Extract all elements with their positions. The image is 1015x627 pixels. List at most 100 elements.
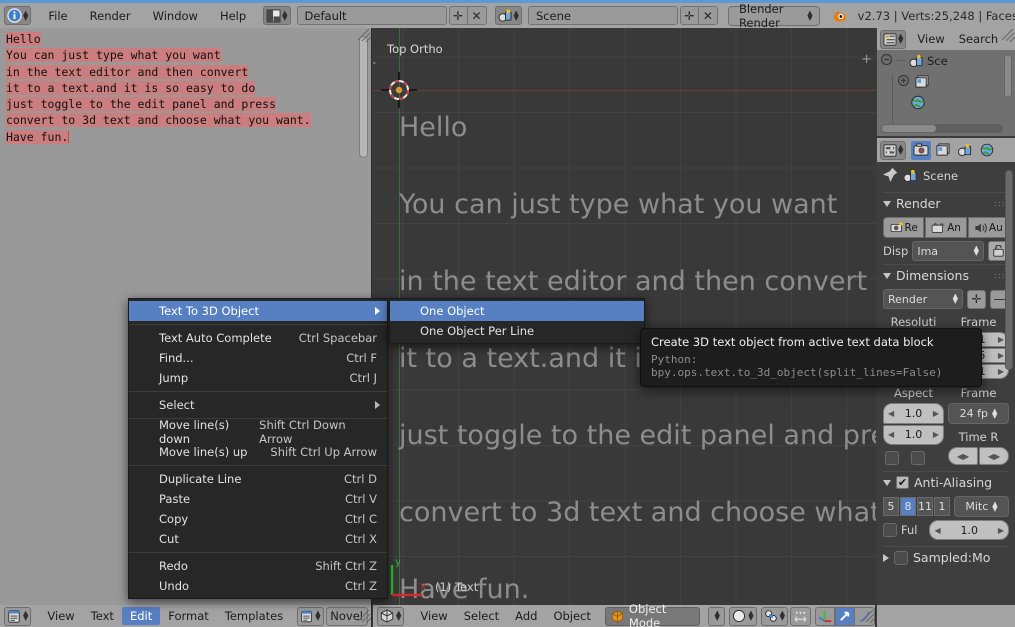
vp-footer-menu-select[interactable]: Select: [456, 607, 507, 625]
delete-layout-button[interactable]: ✕: [467, 6, 487, 25]
menu-item-text-to-3d-object[interactable]: Text To 3D Object: [129, 301, 387, 321]
editor-type-selector-properties[interactable]: ▲ ▼: [880, 140, 907, 160]
text-datablock-selector[interactable]: ▲ ▼: [297, 606, 324, 626]
menu-item-select[interactable]: Select: [129, 395, 387, 415]
time-remap-old-field[interactable]: ◀▶: [948, 447, 978, 465]
menu-item-move-lines-up[interactable]: Move line(s) up Shift Ctrl Up Arrow: [129, 442, 387, 462]
area-grab-corner[interactable]: [861, 609, 875, 623]
menu-item-find[interactable]: Find... Ctrl F: [129, 348, 387, 368]
screen-layout-field[interactable]: Default: [296, 6, 447, 25]
outliner-row-scene[interactable]: Sce: [877, 50, 1015, 71]
menu-item-redo[interactable]: Redo Shift Ctrl Z: [129, 556, 387, 576]
translate-manipulator-button[interactable]: [815, 606, 835, 626]
outliner-menu-view[interactable]: View: [910, 32, 951, 46]
text-footer-menu-format[interactable]: Format: [160, 607, 217, 625]
viewport-toolshelf-toggle-right[interactable]: +: [861, 52, 872, 67]
pin-icon[interactable]: [883, 167, 898, 185]
aa-sample-5[interactable]: 5: [883, 497, 899, 516]
vp-footer-menu-add[interactable]: Add: [507, 607, 545, 625]
collapse-minus-icon[interactable]: [880, 53, 893, 68]
aa-sample-11[interactable]: 11: [917, 497, 933, 516]
outliner-vertical-scrollbar[interactable]: [1004, 54, 1012, 98]
pivot-point-dropdown[interactable]: ▲ ▼: [760, 606, 788, 626]
editor-type-selector-text[interactable]: ▲ ▼: [4, 606, 32, 626]
vp-footer-menu-object[interactable]: Object: [545, 607, 598, 625]
frame-rate-dropdown[interactable]: 24 fp ▲ ▼: [948, 403, 1009, 424]
time-remap-new-field[interactable]: ◀▶: [979, 447, 1009, 465]
text-footer-menu-text[interactable]: Text: [83, 607, 122, 625]
crop-checkbox[interactable]: [911, 451, 925, 465]
interaction-mode-dropdown[interactable]: Object Mode: [604, 602, 701, 627]
rotate-manipulator-button[interactable]: [835, 606, 855, 626]
add-preset-button[interactable]: ✛: [967, 289, 986, 309]
properties-tab-render[interactable]: [911, 140, 932, 160]
aspect-y-field[interactable]: ◀ 1.0 ▶: [883, 424, 944, 445]
menu-window[interactable]: Window: [142, 6, 209, 26]
render-engine-dropdown[interactable]: Blender Render ▲ ▼: [727, 2, 820, 30]
menu-item-jump[interactable]: Jump Ctrl J: [129, 368, 387, 388]
expand-plus-icon[interactable]: [897, 74, 910, 89]
outliner-tree[interactable]: Sce: [877, 50, 1015, 136]
menu-help[interactable]: Help: [209, 6, 257, 26]
properties-tab-render-layers[interactable]: [933, 141, 953, 160]
text-edit-menu[interactable]: Text To 3D Object Text Auto Complete Ctr…: [128, 298, 388, 599]
render-animation-button[interactable]: An: [925, 217, 967, 238]
viewport-toolshelf-toggle-left[interactable]: +: [373, 56, 377, 71]
text-footer-menu-view[interactable]: View: [39, 607, 82, 625]
snap-button[interactable]: [790, 606, 811, 626]
display-mode-dropdown[interactable]: Ima ▲ ▼: [912, 241, 984, 261]
menu-item-undo[interactable]: Undo Ctrl Z: [129, 576, 387, 596]
add-scene-button[interactable]: ✛: [679, 6, 699, 25]
screen-layout-selector[interactable]: ▲ ▼: [263, 6, 291, 25]
properties-tab-world[interactable]: [977, 141, 997, 160]
border-checkbox[interactable]: [885, 451, 899, 465]
panel-header-render[interactable]: Render ::::: [883, 192, 1009, 214]
antialias-filter-dropdown[interactable]: Mitc ▲ ▼: [954, 496, 1009, 517]
outliner-row-world[interactable]: [877, 92, 1015, 113]
outliner-menu-search[interactable]: Search: [952, 32, 1006, 46]
scene-name-field[interactable]: Scene: [527, 6, 678, 25]
add-layout-button[interactable]: ✛: [448, 6, 468, 25]
full-sample-checkbox[interactable]: [883, 523, 897, 537]
editor-type-selector-3dview[interactable]: ▲ ▼: [377, 606, 405, 626]
submenu-item-one-object-per-line[interactable]: One Object Per Line: [390, 321, 644, 341]
outliner-row-renderlayers[interactable]: [877, 71, 1015, 92]
panel-header-antialiasing[interactable]: ✔ Anti-Aliasing: [883, 471, 1009, 493]
menu-item-cut[interactable]: Cut Ctrl X: [129, 529, 387, 549]
submenu-item-one-object[interactable]: One Object: [390, 301, 644, 321]
vp-footer-menu-view[interactable]: View: [412, 607, 455, 625]
scene-selector[interactable]: ▲ ▼: [494, 6, 522, 25]
properties-scrollbar[interactable]: [1005, 170, 1013, 370]
area-grab-corner[interactable]: [1001, 28, 1015, 42]
menu-file[interactable]: File: [37, 6, 78, 26]
viewport-shading-dropdown[interactable]: ▲ ▼: [729, 606, 757, 626]
aspect-x-field[interactable]: ◀ 1.0 ▶: [883, 403, 944, 424]
render-image-button[interactable]: Re: [883, 217, 925, 238]
area-grab-corner[interactable]: [357, 609, 371, 623]
aa-sample-16[interactable]: 1: [934, 497, 950, 516]
outliner-horizontal-scrollbar[interactable]: [881, 124, 1003, 133]
text-to-3d-object-submenu[interactable]: One Object One Object Per Line: [389, 298, 645, 344]
menu-item-text-auto-complete[interactable]: Text Auto Complete Ctrl Spacebar: [129, 328, 387, 348]
aa-sample-8[interactable]: 8: [900, 497, 916, 516]
menu-item-move-lines-down[interactable]: Move line(s) down Shift Ctrl Down Arrow: [129, 418, 387, 446]
menu-item-copy[interactable]: Copy Ctrl C: [129, 509, 387, 529]
text-footer-menu-templates[interactable]: Templates: [217, 607, 291, 625]
delete-scene-button[interactable]: ✕: [698, 6, 718, 25]
text-editor-scrollbar[interactable]: [359, 36, 368, 158]
editor-type-selector-info[interactable]: ▲ ▼: [4, 6, 32, 25]
area-grab-corner[interactable]: [357, 28, 371, 42]
editor-type-selector-outliner[interactable]: ▲ ▼: [880, 29, 907, 49]
play-audio-button[interactable]: Au: [967, 217, 1009, 238]
panel-header-dimensions[interactable]: Dimensions ::::: [883, 264, 1009, 286]
render-preset-dropdown[interactable]: Render ▲ ▼: [883, 289, 963, 309]
properties-tab-scene[interactable]: [955, 141, 975, 160]
sampled-motion-blur-checkbox[interactable]: [894, 550, 908, 565]
viewport-spin-stub[interactable]: ▲ ▼: [708, 606, 726, 626]
filter-size-field[interactable]: ◀ 1.0 ▶: [929, 520, 1009, 540]
panel-header-sampled-motion-blur[interactable]: Sampled:Mo: [883, 546, 1009, 568]
antialiasing-checkbox[interactable]: ✔: [896, 476, 909, 489]
menu-render[interactable]: Render: [79, 6, 142, 26]
menu-item-paste[interactable]: Paste Ctrl V: [129, 489, 387, 509]
text-footer-menu-edit[interactable]: Edit: [121, 607, 161, 625]
